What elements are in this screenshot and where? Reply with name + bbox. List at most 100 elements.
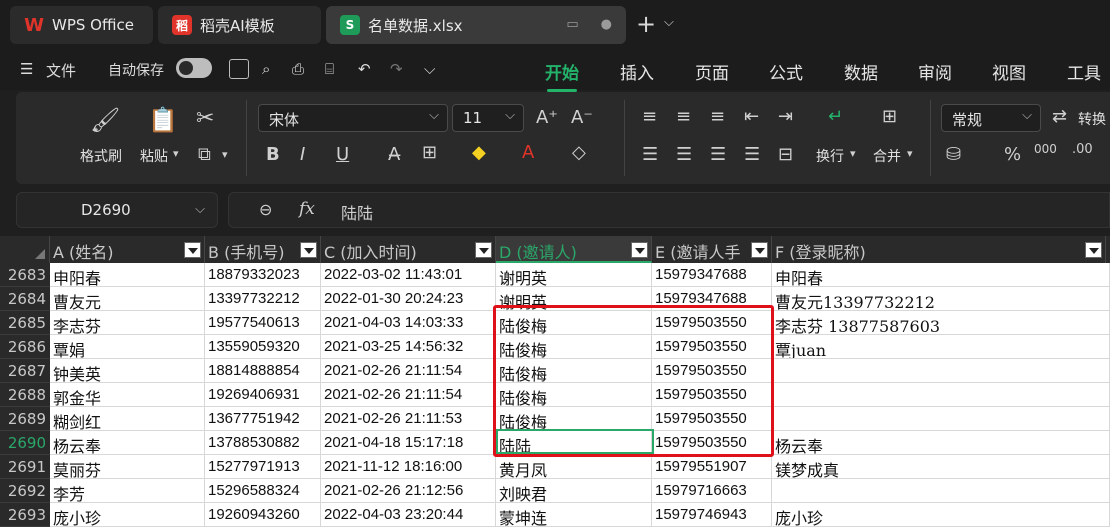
cell-name[interactable]: 郭金华 xyxy=(50,383,205,407)
align-left-icon[interactable]: ☰ xyxy=(642,144,658,165)
increase-indent-icon[interactable]: ⇥ xyxy=(778,106,793,127)
cell-inviter-phone[interactable]: 15979503550 xyxy=(652,359,772,383)
font-name-select[interactable]: 宋体 ⌵ xyxy=(258,104,448,132)
cell-inviter[interactable]: 刘映君 xyxy=(496,479,652,503)
cell-name[interactable]: 曹友元 xyxy=(50,287,205,311)
number-format-select[interactable]: 常规 ⌵ xyxy=(941,104,1041,132)
formula-input[interactable]: 陆陆 xyxy=(341,200,373,224)
cell-inviter-phone[interactable]: 15979503550 xyxy=(652,431,772,455)
italic-icon[interactable]: I xyxy=(300,144,305,165)
currency-icon[interactable]: ⛁ xyxy=(946,144,961,165)
cell-join-time[interactable]: 2021-02-26 21:11:54 xyxy=(321,383,496,407)
paste-button[interactable]: 粘贴 xyxy=(140,146,168,166)
tab-review[interactable]: 审阅 xyxy=(918,59,952,84)
cell-inviter[interactable]: 陆俊梅 xyxy=(496,335,652,359)
decimal-icon[interactable]: .00 xyxy=(1072,142,1093,157)
cell-name[interactable]: 庞小珍 xyxy=(50,503,205,527)
copy-icon[interactable]: ⧉ xyxy=(198,144,211,165)
cell-name[interactable]: 申阳春 xyxy=(50,263,205,287)
cell-join-time[interactable]: 2022-03-02 11:43:01 xyxy=(321,263,496,287)
save-icon[interactable] xyxy=(229,59,249,79)
filter-dropdown-icon[interactable] xyxy=(631,242,648,258)
cell-join-time[interactable]: 2021-02-26 21:11:53 xyxy=(321,407,496,431)
fill-color-icon[interactable]: ◆ xyxy=(472,142,486,163)
cell-inviter-phone[interactable]: 15979551907 xyxy=(652,455,772,479)
cell-login-nickname[interactable]: 杨云奉 xyxy=(772,431,1110,455)
cell-login-nickname[interactable] xyxy=(772,383,1110,407)
more-chevron-icon[interactable]: ⌵ xyxy=(424,60,435,78)
decrease-indent-icon[interactable]: ⇤ xyxy=(744,106,759,127)
cell-inviter-phone[interactable]: 15979503550 xyxy=(652,407,772,431)
cell-phone[interactable]: 19577540613 xyxy=(205,311,321,335)
cell-inviter[interactable]: 陆俊梅 xyxy=(496,407,652,431)
cell-phone[interactable]: 18814888854 xyxy=(205,359,321,383)
cell-inviter[interactable]: 陆俊梅 xyxy=(496,383,652,407)
autosave-toggle[interactable] xyxy=(176,58,212,78)
cell-inviter-phone[interactable]: 15979503550 xyxy=(652,335,772,359)
convert-icon[interactable]: ⇄ xyxy=(1052,106,1067,127)
column-header-e[interactable]: E (邀请人手 xyxy=(652,236,772,263)
cell-inviter[interactable]: 陆陆 xyxy=(496,431,652,455)
percent-icon[interactable]: % xyxy=(1004,144,1021,165)
cell-phone[interactable]: 13788530882 xyxy=(205,431,321,455)
align-top-icon[interactable]: ≡ xyxy=(642,106,657,127)
paste-icon[interactable]: 📋 xyxy=(148,106,178,134)
paste-dropdown-icon[interactable]: ▾ xyxy=(173,147,179,160)
tab-view[interactable]: 视图 xyxy=(992,59,1026,84)
cell-phone[interactable]: 13677751942 xyxy=(205,407,321,431)
cell-login-nickname[interactable] xyxy=(772,407,1110,431)
row-header[interactable]: 2687 xyxy=(0,359,50,383)
filter-dropdown-icon[interactable] xyxy=(1085,242,1102,258)
cell-join-time[interactable]: 2021-02-26 21:11:54 xyxy=(321,359,496,383)
clear-format-icon[interactable]: ◇ xyxy=(572,142,586,163)
column-header-c[interactable]: C (加入时间) xyxy=(321,236,496,263)
cell-login-nickname[interactable]: 李志芬 13877587603 xyxy=(772,311,1110,335)
tab-daoke-ai-template[interactable]: 稻 稻壳AI模板 xyxy=(158,6,321,44)
cell-phone[interactable]: 15296588324 xyxy=(205,479,321,503)
cell-join-time[interactable]: 2021-04-18 15:17:18 xyxy=(321,431,496,455)
distributed-icon[interactable]: ⊟ xyxy=(778,144,793,165)
cell-inviter[interactable]: 谢明英 xyxy=(496,263,652,287)
align-right-icon[interactable]: ☰ xyxy=(710,144,726,165)
chevron-down-icon[interactable]: ⌵ xyxy=(664,15,674,30)
column-header-d[interactable]: D (邀请人) xyxy=(496,236,652,263)
row-header[interactable]: 2684 xyxy=(0,287,50,311)
cell-phone[interactable]: 19269406931 xyxy=(205,383,321,407)
select-all-corner[interactable] xyxy=(0,236,50,263)
format-painter-button[interactable]: 格式刷 xyxy=(80,146,122,166)
row-header[interactable]: 2683 xyxy=(0,263,50,287)
cell-phone[interactable]: 18879332023 xyxy=(205,263,321,287)
new-tab-plus-icon[interactable]: + xyxy=(636,10,656,38)
print-icon[interactable]: ⎙ xyxy=(292,60,304,78)
cell-inviter-phone[interactable]: 15979746943 xyxy=(652,503,772,527)
print-preview-icon[interactable]: ⌸ xyxy=(325,60,334,78)
file-menu[interactable]: 文件 xyxy=(46,60,76,81)
tab-data[interactable]: 数据 xyxy=(844,59,878,84)
cell-join-time[interactable]: 2021-03-25 14:56:32 xyxy=(321,335,496,359)
merge-cells-icon[interactable]: ⊞ xyxy=(882,106,897,127)
increase-font-size-icon[interactable]: A⁺ xyxy=(536,107,558,128)
tab-wps-office[interactable]: W WPS Office xyxy=(10,6,153,44)
cell-join-time[interactable]: 2021-11-12 18:16:00 xyxy=(321,455,496,479)
undo-icon[interactable]: ↶ xyxy=(358,60,371,78)
row-header[interactable]: 2688 xyxy=(0,383,50,407)
cell-inviter-phone[interactable]: 15979347688 xyxy=(652,263,772,287)
bold-icon[interactable]: B xyxy=(266,144,280,165)
tab-start[interactable]: 开始 xyxy=(545,59,579,92)
font-size-select[interactable]: 11 ⌵ xyxy=(452,104,524,132)
cell-inviter[interactable]: 陆俊梅 xyxy=(496,311,652,335)
column-header-f[interactable]: F (登录昵称) xyxy=(772,236,1106,263)
cell-phone[interactable]: 13397732212 xyxy=(205,287,321,311)
cell-login-nickname[interactable]: 镁梦成真 xyxy=(772,455,1110,479)
row-header[interactable]: 2693 xyxy=(0,503,50,527)
strikethrough-icon[interactable]: A̶ xyxy=(388,144,400,165)
cell-name[interactable]: 李志芬 xyxy=(50,311,205,335)
cell-phone[interactable]: 13559059320 xyxy=(205,335,321,359)
align-bottom-icon[interactable]: ≡ xyxy=(710,106,725,127)
tab-page[interactable]: 页面 xyxy=(695,59,729,84)
formula-bar[interactable]: ⊖ fx 陆陆 xyxy=(228,192,1110,228)
align-center-icon[interactable]: ☰ xyxy=(676,144,692,165)
cell-inviter[interactable]: 蒙坤连 xyxy=(496,503,652,527)
wrap-text-icon[interactable]: ↵ xyxy=(828,106,843,127)
export-icon[interactable]: ⌕ xyxy=(262,60,270,78)
